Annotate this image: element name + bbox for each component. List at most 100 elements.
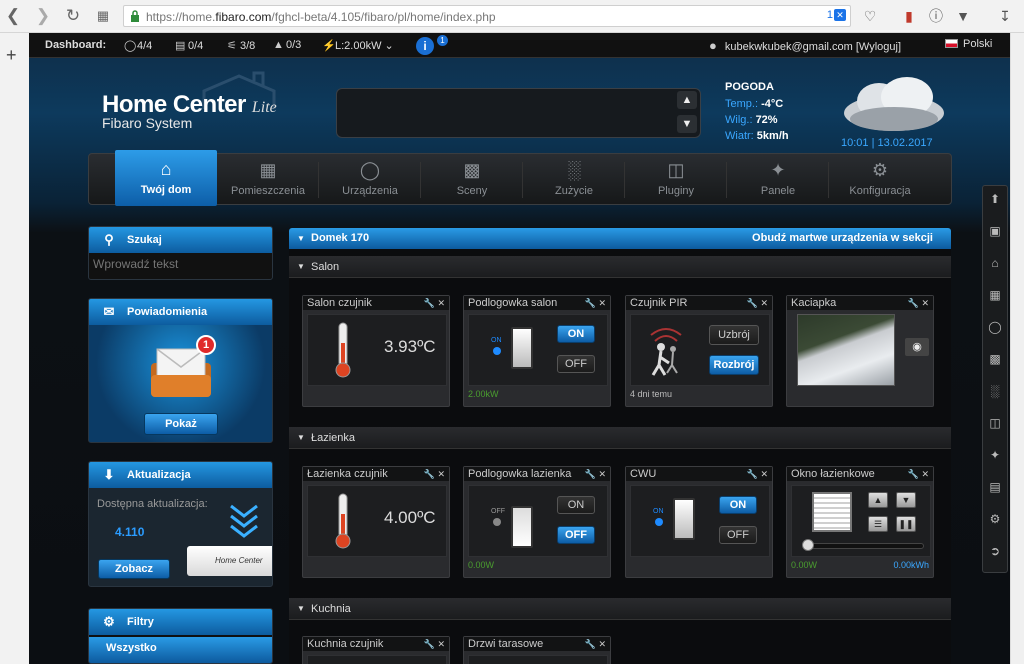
blind-up-button[interactable]: ▲ <box>868 492 888 508</box>
nav-tab-label: Twój dom <box>140 184 192 196</box>
off-button[interactable]: OFF <box>557 355 595 373</box>
info-icon[interactable]: i <box>416 37 434 55</box>
card-settings-close-icons[interactable]: 🔧 ✕ <box>908 467 929 481</box>
off-button[interactable]: OFF <box>557 526 595 544</box>
room-header-kuchnia[interactable]: ▼ Kuchnia <box>289 598 951 620</box>
device-card-bath-floor[interactable]: Podlogowka lazienka 🔧 ✕ OFF ON OFF 0.00W <box>463 466 611 578</box>
nav-tab-0[interactable]: ⌂ Twój dom <box>115 150 217 206</box>
blind-stop-button[interactable]: ❚❚ <box>896 516 916 532</box>
power-stat[interactable]: ⚡L:2.00kW ⌄ <box>322 39 394 52</box>
new-tab-plus-icon[interactable]: + <box>6 45 17 66</box>
on-button[interactable]: ON <box>557 496 595 514</box>
device-card-bath-sensor[interactable]: Łazienka czujnik 🔧 ✕ 4.00ºC <box>302 466 450 578</box>
extension-icon[interactable]: ▮ <box>900 7 918 25</box>
save-icon[interactable]: ▣ <box>986 222 1004 240</box>
home-icon[interactable]: ⌂ <box>986 254 1004 272</box>
gears-icon: ⚙ <box>871 160 889 180</box>
page-scrollbar[interactable] <box>1010 33 1024 664</box>
card-settings-close-icons[interactable]: 🔧 ✕ <box>424 296 445 310</box>
search-input[interactable] <box>89 253 272 275</box>
clipboard-icon[interactable]: ▤ <box>986 478 1004 496</box>
on-button[interactable]: ON <box>557 325 595 343</box>
browser-toolbar: ❮ ❯ ↻ ▦ https://home.fibaro.com/fghcl-be… <box>0 0 1024 33</box>
reload-icon[interactable]: ↻ <box>62 6 84 26</box>
view-update-button[interactable]: Zobacz <box>98 559 170 579</box>
card-settings-close-icons[interactable]: 🔧 ✕ <box>908 296 929 310</box>
device-card-salon-floor[interactable]: Podlogowka salon 🔧 ✕ ON ON OFF 2.00kW <box>463 295 611 407</box>
extension-badge[interactable]: 1 ✕ <box>827 9 846 21</box>
nav-tab-label: Pomieszczenia <box>231 185 305 197</box>
filter-all-item[interactable]: Wszystko <box>89 637 272 663</box>
box-icon[interactable]: ◫ <box>986 414 1004 432</box>
card-settings-close-icons[interactable]: 🔧 ✕ <box>747 467 768 481</box>
puzzle-icon[interactable]: ✦ <box>986 446 1004 464</box>
card-settings-close-icons[interactable]: 🔧 ✕ <box>585 637 606 651</box>
off-button[interactable]: OFF <box>719 526 757 544</box>
card-settings-close-icons[interactable]: 🔧 ✕ <box>424 467 445 481</box>
clapper-icon[interactable]: ▩ <box>986 350 1004 368</box>
blinds-stat[interactable]: ▲ 0/3 <box>273 39 301 51</box>
arm-button[interactable]: Uzbrój <box>709 325 759 345</box>
show-notifications-button[interactable]: Pokaż <box>144 413 218 435</box>
disarm-button[interactable]: Rozbrój <box>709 355 759 375</box>
blind-slider-handle[interactable] <box>802 539 814 551</box>
nav-tab-1[interactable]: ▦ Pomieszczenia <box>217 154 319 206</box>
chart-icon[interactable]: ░ <box>986 382 1004 400</box>
user-account[interactable]: ● kubekwkubek@gmail.com [Wyloguj] <box>709 38 901 53</box>
toggle-switch[interactable] <box>511 506 533 548</box>
device-card-kitchen-sensor[interactable]: Kuchnia czujnik 🔧 ✕ <box>302 636 450 664</box>
device-card-salon-sensor[interactable]: Salon czujnik 🔧 ✕ 3.93ºC <box>302 295 450 407</box>
nav-tab-7[interactable]: ⚙ Konfiguracja <box>829 154 931 206</box>
language-selector[interactable]: Polski <box>945 38 992 50</box>
gears-icon[interactable]: ⚙ <box>986 510 1004 528</box>
forward-icon[interactable]: ❯ <box>32 6 54 26</box>
card-settings-close-icons[interactable]: 🔧 ✕ <box>585 296 606 310</box>
pocket-icon[interactable]: ▼ <box>954 7 972 25</box>
on-button[interactable]: ON <box>719 496 757 514</box>
wake-dead-devices-link[interactable]: Obudź martwe urządzenia w sekcji <box>752 228 933 249</box>
toggle-switch[interactable] <box>511 327 533 369</box>
blind-down-button[interactable]: ▼ <box>896 492 916 508</box>
camera-snapshot[interactable] <box>797 314 895 386</box>
section-header[interactable]: ▼ Domek 170 Obudź martwe urządzenia w se… <box>289 228 951 249</box>
device-card-pir[interactable]: Czujnik PIR 🔧 ✕ Uzbrój Rozbrój 4 dni temu <box>625 295 773 407</box>
plugs-stat[interactable]: ⚟ 3/8 <box>227 39 255 52</box>
blind-menu-button[interactable]: ☰ <box>868 516 888 532</box>
card-settings-close-icons[interactable]: 🔧 ✕ <box>424 637 445 651</box>
device-card-window[interactable]: Okno łazienkowe 🔧 ✕ ▲ ▼ ☰ ❚❚ 0.00W 0.00kW… <box>786 466 934 578</box>
device-card-camera[interactable]: Kaciapka 🔧 ✕ ◉ <box>786 295 934 407</box>
logout-icon[interactable]: ➲ <box>986 542 1004 560</box>
bulb-icon[interactable]: ◯ <box>986 318 1004 336</box>
nav-tab-5[interactable]: ◫ Pluginy <box>625 154 727 206</box>
nav-tab-4[interactable]: ░ Zużycie <box>523 154 625 206</box>
info-circle-icon[interactable]: ⓘ <box>927 7 945 25</box>
doors-stat[interactable]: ▤ 0/4 <box>175 39 203 52</box>
nav-tab-3[interactable]: ▩ Sceny <box>421 154 523 206</box>
download-icon[interactable]: ↧ <box>996 7 1014 25</box>
info-count-badge: 1 <box>437 35 448 46</box>
room-header-lazienka[interactable]: ▼ Łazienka <box>289 427 951 449</box>
lights-stat[interactable]: ◯4/4 <box>124 39 152 52</box>
card-settings-close-icons[interactable]: 🔧 ✕ <box>585 467 606 481</box>
bookmark-heart-icon[interactable]: ♡ <box>861 7 879 25</box>
toggle-switch[interactable] <box>673 498 695 540</box>
nav-tab-2[interactable]: ◯ Urządzenia <box>319 154 421 206</box>
nav-tab-6[interactable]: ✦ Panele <box>727 154 829 206</box>
device-card-terrace-door[interactable]: Drzwi tarasowe 🔧 ✕ <box>463 636 611 664</box>
chart-icon: ░ <box>567 160 581 180</box>
arrow-up-icon[interactable]: ⬆ <box>986 190 1004 208</box>
device-card-cwu[interactable]: CWU 🔧 ✕ ON ON OFF <box>625 466 773 578</box>
notifications-panel: ✉ Powiadomienia 1 Pokaż <box>88 298 273 443</box>
room-header-salon[interactable]: ▼ Salon <box>289 256 951 278</box>
camera-snapshot-icon[interactable]: ◉ <box>905 338 929 356</box>
blind-slider[interactable] <box>806 543 924 549</box>
ticker-down-arrow-icon[interactable]: ▼ <box>677 115 697 133</box>
ticker-up-arrow-icon[interactable]: ▲ <box>677 91 697 109</box>
rooms-icon[interactable]: ▦ <box>986 286 1004 304</box>
chevron-down-icon: ▼ <box>297 234 305 243</box>
back-icon[interactable]: ❮ <box>2 6 24 26</box>
apps-grid-icon[interactable]: ▦ <box>92 6 114 26</box>
bulb-icon: ◯ <box>124 40 137 52</box>
address-bar[interactable]: https://home.fibaro.com/fghcl-beta/4.105… <box>123 5 851 27</box>
card-settings-close-icons[interactable]: 🔧 ✕ <box>747 296 768 310</box>
